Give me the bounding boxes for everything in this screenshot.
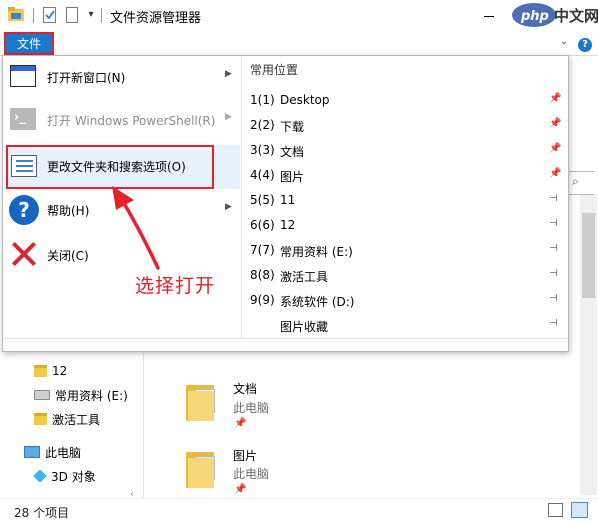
place-number: 2(2) bbox=[250, 118, 275, 132]
file-tab[interactable]: 文件 bbox=[4, 32, 54, 55]
folder-icon[interactable] bbox=[186, 446, 215, 488]
common-places-header: 常用位置 bbox=[250, 63, 299, 77]
nav-item-label: 此电脑 bbox=[45, 445, 82, 460]
customize-toolbar-chevron-icon[interactable]: ▾ bbox=[84, 8, 98, 22]
nav-item-this-pc[interactable]: 此电脑 bbox=[24, 442, 81, 462]
place-item[interactable]: 9(9) 系统软件 (D:) ⊣ bbox=[242, 288, 568, 313]
close-icon bbox=[10, 240, 38, 268]
3d-objects-icon bbox=[33, 469, 47, 483]
place-number: 4(4) bbox=[250, 168, 275, 182]
nav-item-3d-objects[interactable]: 3D 对象 bbox=[33, 466, 96, 486]
place-number: 3(3) bbox=[250, 143, 275, 157]
pc-icon bbox=[24, 446, 40, 458]
new-window-icon bbox=[10, 65, 36, 87]
nav-item-label: 常用资料 (E:) bbox=[55, 388, 128, 403]
search-icon: ⌕ bbox=[572, 174, 579, 188]
place-label: 文档 bbox=[280, 145, 305, 159]
menu-item-label: 打开 Windows PowerShell(R) bbox=[47, 114, 216, 128]
place-item[interactable]: 4(4) 图片 📌 bbox=[242, 163, 568, 188]
place-item[interactable]: 6(6) 12 ⊣ bbox=[242, 213, 568, 238]
pinned-icon[interactable]: 📌 bbox=[549, 168, 561, 179]
folder-icon bbox=[34, 365, 47, 377]
place-item[interactable]: 7(7) 常用资料 (E:) ⊣ bbox=[242, 238, 568, 263]
place-item[interactable]: 8(8) 激活工具 ⊣ bbox=[242, 263, 568, 288]
unpinned-icon[interactable]: ⊣ bbox=[549, 268, 558, 279]
place-number: 1(1) bbox=[250, 93, 275, 107]
ribbon-expand-icon[interactable]: ⌄ bbox=[560, 36, 568, 47]
menu-item-label: 关闭(C) bbox=[47, 249, 89, 263]
place-label: 图片收藏 bbox=[280, 320, 329, 334]
place-item[interactable]: 1(1) Desktop 📌 bbox=[242, 88, 568, 113]
place-number: 6(6) bbox=[250, 218, 275, 232]
unpinned-icon[interactable]: ⊣ bbox=[549, 293, 558, 304]
annotation-label: 选择打开 bbox=[135, 275, 216, 297]
pinned-icon[interactable]: 📌 bbox=[549, 93, 561, 104]
place-item[interactable]: 图片收藏 ⊣ bbox=[242, 313, 568, 338]
folder-icon[interactable] bbox=[8, 7, 24, 21]
folder-icon[interactable] bbox=[186, 379, 215, 421]
place-label: 系统软件 (D:) bbox=[280, 295, 355, 309]
pin-icon: 📌 bbox=[234, 484, 247, 495]
place-label: Desktop bbox=[280, 93, 330, 107]
place-item[interactable]: 2(2) 下载 📌 bbox=[242, 113, 568, 138]
nav-item-label: 3D 对象 bbox=[51, 469, 96, 484]
submenu-arrow-icon: ▶ bbox=[225, 112, 232, 122]
help-icon: ? bbox=[9, 195, 39, 225]
nav-item-label: 12 bbox=[52, 364, 68, 378]
place-label: 下载 bbox=[280, 120, 305, 134]
pinned-icon[interactable]: 📌 bbox=[549, 118, 561, 129]
content-item-title[interactable]: 文档 bbox=[233, 380, 257, 397]
item-count: 28 个项目 bbox=[14, 506, 70, 520]
place-label: 11 bbox=[280, 193, 296, 207]
folder-icon bbox=[34, 413, 47, 425]
watermark-logo: php 中文网 bbox=[490, 0, 598, 31]
unpinned-icon[interactable]: ⊣ bbox=[549, 243, 558, 254]
powershell-icon bbox=[10, 108, 36, 130]
properties-icon[interactable] bbox=[43, 7, 56, 23]
window-title: 文件资源管理器 bbox=[110, 11, 202, 26]
navigation-pane: 12 常用资料 (E:) 激活工具 此电脑 3D 对象 bbox=[0, 353, 140, 498]
large-icons-view-icon[interactable] bbox=[571, 502, 588, 518]
place-item[interactable]: 5(5) 11 ⊣ bbox=[242, 188, 568, 213]
ribbon-tab-strip bbox=[0, 31, 598, 56]
pin-icon: 📌 bbox=[234, 418, 247, 429]
status-bar bbox=[0, 498, 598, 524]
nav-item-activation-tools[interactable]: 激活工具 bbox=[34, 409, 100, 429]
nav-item-drive-e[interactable]: 常用资料 (E:) bbox=[34, 385, 128, 405]
unpinned-icon[interactable]: ⊣ bbox=[549, 218, 558, 229]
place-number: 8(8) bbox=[250, 268, 275, 282]
place-label: 图片 bbox=[280, 170, 305, 184]
unpinned-icon[interactable]: ⊣ bbox=[549, 193, 558, 204]
place-number: 5(5) bbox=[250, 193, 275, 207]
content-item-location: 此电脑 bbox=[233, 401, 270, 415]
menu-item-label: 打开新窗口(N) bbox=[47, 71, 126, 85]
place-number: 9(9) bbox=[250, 293, 275, 307]
menu-divider bbox=[3, 338, 568, 339]
svg-text:php: php bbox=[520, 9, 549, 24]
unpinned-icon[interactable]: ⊣ bbox=[549, 318, 558, 329]
content-item-location: 此电脑 bbox=[233, 467, 270, 481]
nav-item-label: 激活工具 bbox=[52, 412, 101, 427]
toolbar-separator bbox=[101, 8, 102, 23]
place-item[interactable]: 3(3) 文档 📌 bbox=[242, 138, 568, 163]
scrollbar-thumb[interactable] bbox=[582, 213, 595, 298]
menu-item-open-powershell[interactable]: 打开 Windows PowerShell(R) ▶ bbox=[3, 99, 241, 141]
content-item-title[interactable]: 图片 bbox=[233, 447, 257, 464]
nav-item-12[interactable]: 12 bbox=[34, 361, 67, 381]
menu-item-open-new-window[interactable]: 打开新窗口(N) ▶ bbox=[3, 56, 241, 98]
drive-icon bbox=[34, 390, 50, 400]
menu-item-label: 帮助(H) bbox=[47, 204, 90, 218]
new-folder-icon[interactable] bbox=[66, 7, 78, 23]
place-label: 激活工具 bbox=[280, 270, 329, 284]
submenu-arrow-icon: ▶ bbox=[225, 69, 232, 79]
place-label: 12 bbox=[280, 218, 296, 232]
place-number: 7(7) bbox=[250, 243, 275, 257]
details-view-icon[interactable] bbox=[548, 503, 563, 517]
place-label: 常用资料 (E:) bbox=[280, 245, 353, 259]
pane-divider[interactable] bbox=[143, 353, 144, 498]
pinned-icon[interactable]: 📌 bbox=[549, 143, 561, 154]
help-icon[interactable]: ? bbox=[578, 38, 592, 52]
svg-text:中文网: 中文网 bbox=[554, 7, 598, 25]
toolbar-separator bbox=[33, 8, 34, 23]
